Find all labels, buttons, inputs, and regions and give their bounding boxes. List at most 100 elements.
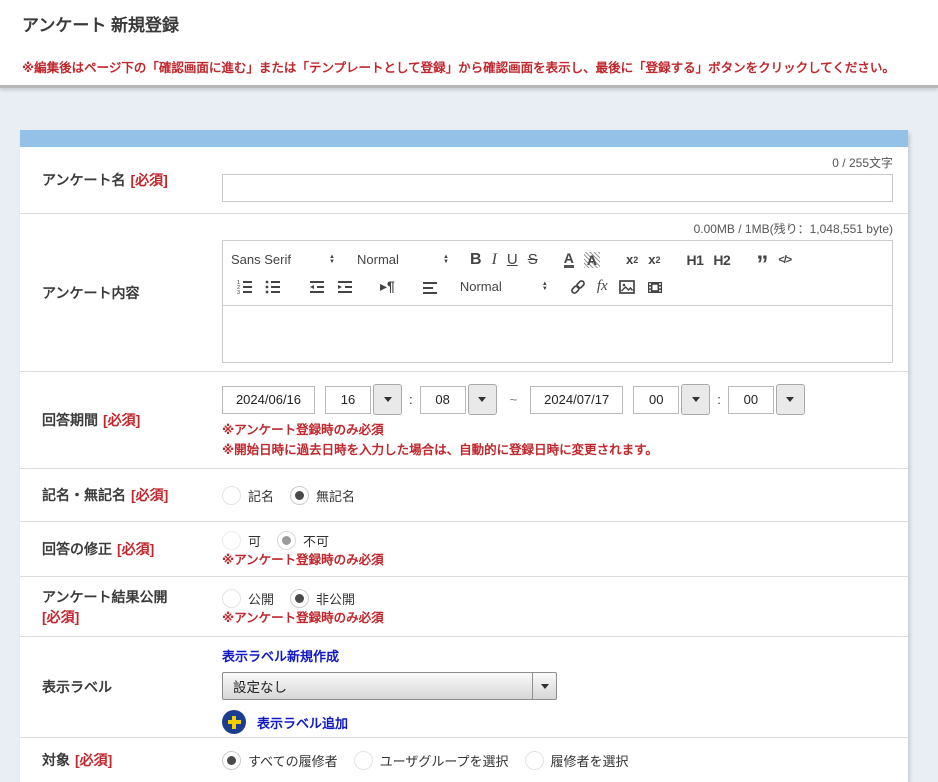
outdent-button[interactable] — [303, 275, 331, 299]
lineheight-select[interactable]: Normal — [460, 279, 548, 294]
radio-select-students[interactable] — [525, 751, 544, 770]
start-minute-value[interactable]: 08 — [420, 386, 466, 414]
indent-button[interactable] — [331, 275, 359, 299]
page-title: アンケート 新規登録 — [22, 11, 938, 36]
header-1-button[interactable]: H1 — [682, 248, 709, 272]
editor-toolbar: Sans Serif Normal B I U S — [223, 241, 892, 306]
form-row-result-publication: アンケート結果公開[必須] 公開 非公開 ※アンケート登録時のみ必須 — [20, 576, 908, 636]
radio-anonymous[interactable] — [290, 486, 309, 505]
text-color-button[interactable]: A — [559, 248, 579, 272]
end-hour-dropdown-button[interactable] — [681, 384, 710, 415]
end-minute-dropdown-button[interactable] — [776, 384, 805, 415]
ordered-list-icon: 1 2 3 — [236, 278, 254, 296]
form-row-survey-name: アンケート名[必須] 0 / 255文字 — [20, 147, 908, 213]
end-date-input[interactable] — [530, 386, 623, 414]
display-label-select-value: 設定なし — [223, 673, 532, 699]
italic-button[interactable]: I — [487, 248, 502, 272]
align-select[interactable] — [416, 275, 444, 299]
strikethrough-button[interactable]: S — [523, 248, 543, 272]
form-row-anonymity: 記名・無記名[必須] 記名 無記名 — [20, 468, 908, 521]
radio-private[interactable] — [290, 589, 309, 608]
start-minute-combobox: 08 — [420, 384, 497, 415]
radio-public[interactable] — [222, 589, 241, 608]
ordered-list-button[interactable]: 1 2 3 — [231, 275, 259, 299]
size-counter: 0.00MB / 1MB(残り：1,048,551 byte) — [222, 220, 893, 237]
updown-arrows-icon — [443, 255, 449, 265]
svg-text:3: 3 — [237, 290, 240, 296]
required-badge: [必須] — [42, 607, 167, 627]
video-icon — [646, 278, 664, 296]
form-row-answer-period: 回答期間[必須] 16 : 08 ~ — [20, 371, 908, 468]
radio-option-anonymous: 無記名 — [290, 486, 355, 505]
image-icon — [618, 278, 636, 296]
radio-option-all-students: すべての履修者 — [222, 751, 338, 770]
create-display-label-link[interactable]: 表示ラベル新規作成 — [222, 649, 339, 664]
anonymity-label: 記名・無記名[必須] — [42, 485, 168, 505]
bold-button[interactable]: B — [465, 248, 487, 272]
font-select[interactable]: Sans Serif — [231, 252, 335, 267]
caret-down-icon — [384, 397, 392, 402]
start-date-input[interactable] — [222, 386, 315, 414]
radio-modify-not-allowed[interactable] — [277, 531, 296, 550]
background-color-button[interactable]: A — [579, 248, 605, 272]
end-minute-value[interactable]: 00 — [728, 386, 774, 414]
end-hour-value[interactable]: 00 — [633, 386, 679, 414]
rich-text-editor: Sans Serif Normal B I U S — [222, 240, 893, 363]
period-note-1: ※アンケート登録時のみ必須 — [222, 420, 893, 440]
start-minute-dropdown-button[interactable] — [468, 384, 497, 415]
underline-button[interactable]: U — [502, 248, 523, 272]
start-hour-combobox: 16 — [325, 384, 402, 415]
superscript-button[interactable]: x2 — [643, 248, 665, 272]
start-hour-value[interactable]: 16 — [325, 386, 371, 414]
add-display-label-link[interactable]: 表示ラベル追加 — [257, 713, 348, 732]
radio-option-user-group: ユーザグループを選択 — [354, 751, 509, 770]
form-row-answer-modification: 回答の修正[必須] 可 不可 ※アンケート登録時のみ必須 — [20, 521, 908, 576]
link-icon — [569, 278, 587, 296]
display-label-label: 表示ラベル — [42, 677, 112, 697]
radio-option-public: 公開 — [222, 589, 274, 608]
result-publication-label: アンケート結果公開[必須] — [42, 587, 167, 627]
form-row-survey-content: アンケート内容 0.00MB / 1MB(残り：1,048,551 byte) … — [20, 213, 908, 371]
required-badge: [必須] — [75, 752, 112, 768]
text-color-icon: A — [564, 251, 574, 268]
bullet-list-button[interactable] — [259, 275, 287, 299]
heading-select[interactable]: Normal — [357, 252, 449, 267]
content-editor[interactable] — [223, 306, 892, 362]
start-hour-dropdown-button[interactable] — [373, 384, 402, 415]
page-header: アンケート 新規登録 ※編集後はページ下の「確認画面に進む」または「テンプレート… — [0, 0, 938, 85]
radio-named[interactable] — [222, 486, 241, 505]
text-direction-button[interactable]: ▸¶ — [375, 275, 400, 299]
required-badge: [必須] — [130, 172, 167, 188]
video-button[interactable] — [641, 275, 669, 299]
survey-name-input[interactable] — [222, 174, 893, 202]
radio-all-students[interactable] — [222, 751, 241, 770]
target-label: 対象[必須] — [42, 750, 112, 770]
end-hour-combobox: 00 — [633, 384, 710, 415]
radio-modify-allowed[interactable] — [222, 531, 241, 550]
end-minute-combobox: 00 — [728, 384, 805, 415]
background-color-icon: A — [584, 252, 600, 268]
card-accent-bar — [20, 130, 908, 147]
survey-name-label: アンケート名[必須] — [42, 170, 168, 190]
image-button[interactable] — [613, 275, 641, 299]
main-area: アンケート名[必須] 0 / 255文字 アンケート内容 0.00MB / 1M… — [0, 88, 938, 782]
blockquote-button[interactable]: ” — [751, 248, 773, 272]
display-label-select[interactable]: 設定なし — [222, 672, 557, 700]
survey-form-card: アンケート名[必須] 0 / 255文字 アンケート内容 0.00MB / 1M… — [20, 130, 908, 782]
subscript-button[interactable]: x2 — [621, 248, 643, 272]
link-button[interactable] — [564, 275, 592, 299]
formula-button[interactable]: fx — [592, 275, 613, 299]
radio-user-group[interactable] — [354, 751, 373, 770]
radio-option-named: 記名 — [222, 486, 274, 505]
form-row-display-label: 表示ラベル 表示ラベル新規作成 設定なし 表示ラベル追加 — [20, 636, 908, 737]
caret-down-icon — [478, 397, 486, 402]
indent-icon — [336, 278, 354, 296]
code-block-button[interactable]: </> — [773, 248, 796, 272]
time-colon: : — [409, 392, 413, 407]
add-plus-icon[interactable] — [222, 710, 246, 734]
header-2-button[interactable]: H2 — [708, 248, 735, 272]
required-badge: [必須] — [131, 487, 168, 503]
radio-option-modify-not-allowed: 不可 — [277, 531, 329, 550]
select-dropdown-button[interactable] — [532, 673, 556, 699]
answer-modification-label: 回答の修正[必須] — [42, 539, 154, 559]
